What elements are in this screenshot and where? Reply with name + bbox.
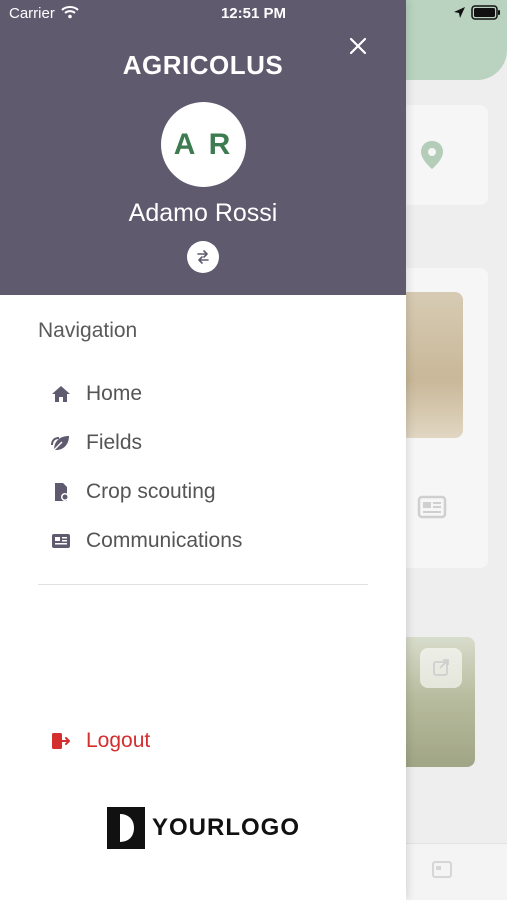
home-icon [50,383,72,405]
nav-item-fields[interactable]: Fields [38,418,368,467]
avatar: A R [161,102,246,187]
brand-title: AGRICOLUS [122,50,284,80]
nav-item-communications[interactable]: Communications [38,516,368,565]
nav-label-communications: Communications [86,528,243,552]
logo-text: YOURLOGO [152,814,301,841]
external-link-button [420,648,462,688]
company-logo: YOURLOGO [106,806,300,850]
newspaper-icon [417,495,447,519]
logo-mark-icon [107,807,145,849]
location-pin-icon [421,141,443,169]
nav-label-crop-scouting: Crop scouting [86,479,216,503]
status-time: 12:51 PM [220,5,287,22]
logout-label: Logout [86,729,151,752]
location-arrow-icon [454,7,465,18]
nav-label-home: Home [86,381,143,405]
nav-item-home[interactable]: Home [38,369,368,418]
divider [38,584,368,585]
navigation-drawer: AGRICOLUS A R Adamo Rossi Navigation Hom… [0,0,406,900]
newspaper-icon [432,861,452,878]
nav-label-fields: Fields [86,430,143,454]
nav-item-crop-scouting[interactable]: Crop scouting [38,467,368,516]
external-link-icon [433,659,449,676]
swap-arrows-icon [197,250,209,264]
newspaper-icon [50,530,72,552]
nav-list: Home Fields Crop scouting Communications [38,369,368,565]
document-pin-icon [50,481,72,503]
drawer-header: AGRICOLUS A R Adamo Rossi [0,0,406,295]
status-bar: Carrier 12:51 PM [0,0,507,28]
logout-icon [50,730,72,752]
user-name: Adamo Rossi [128,199,278,227]
logout-button[interactable]: Logout [38,717,150,765]
switch-account-button[interactable] [187,241,219,273]
nav-heading: Navigation [38,319,138,342]
battery-icon [471,5,500,20]
leaf-icon [50,432,72,454]
